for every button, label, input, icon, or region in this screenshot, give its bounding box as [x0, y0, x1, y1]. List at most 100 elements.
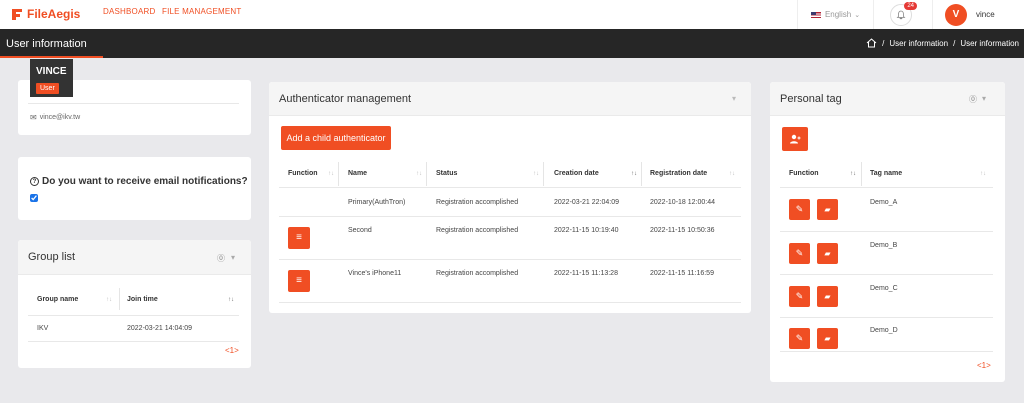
col-group-name[interactable]: Group name [37, 296, 78, 303]
tag-name-cell: Demo_C [870, 285, 898, 292]
delete-tag-button[interactable]: ▰ [817, 328, 838, 349]
notification-count-badge: 24 [904, 2, 917, 10]
add-child-authenticator-button[interactable]: Add a child authenticator [281, 126, 391, 150]
authenticator-title: Authenticator management [279, 93, 412, 105]
col-join-time[interactable]: Join time [127, 296, 158, 303]
auth-created-cell: 2022-11-15 10:19:40 [554, 227, 619, 234]
auth-status-cell: Registration accomplished [436, 227, 519, 234]
tag-name-cell: Demo_B [870, 242, 898, 249]
bell-icon [896, 10, 906, 20]
email-text: vince@ikv.tw [39, 114, 81, 121]
tag-row: ✎ ▰ Demo_C [770, 275, 1005, 318]
sort-icon[interactable]: ↑↓ [328, 171, 334, 177]
auth-registered-cell: 2022-11-15 11:16:59 [650, 270, 714, 277]
tag-row: ✎ ▰ Demo_B [770, 232, 1005, 275]
profile-name-tab: VINCE User [30, 59, 73, 97]
col-function[interactable]: Function [288, 170, 318, 177]
logo-icon [12, 9, 22, 20]
group-list-title: Group list [28, 251, 76, 263]
email-row: ✉ vince@ikv.tw [30, 113, 80, 122]
delete-tag-button[interactable]: ▰ [817, 243, 838, 264]
pagination[interactable]: <1> [225, 346, 239, 355]
language-label: English [824, 10, 852, 19]
col-tag-name[interactable]: Tag name [870, 170, 902, 177]
nav-dashboard[interactable]: DASHBOARD [103, 7, 155, 16]
us-flag-icon [810, 11, 821, 18]
col-registration-date[interactable]: Registration date [650, 170, 707, 177]
trash-icon: ▰ [824, 334, 831, 343]
sort-icon[interactable]: ↑↓ [416, 171, 422, 177]
username: vince [976, 10, 995, 19]
sort-icon[interactable]: ↑↓ [850, 171, 856, 177]
sort-icon[interactable]: ↑↓ [980, 171, 986, 177]
edit-icon: ✎ [795, 204, 804, 214]
trash-icon: ▰ [824, 249, 831, 258]
edit-tag-button[interactable]: ✎ [789, 328, 810, 349]
language-selector[interactable]: English ⌄ [797, 0, 874, 29]
auth-name-cell: Vince's iPhone11 [348, 270, 402, 277]
auth-status-cell: Registration accomplished [436, 270, 519, 277]
breadcrumb: / User information / User information [866, 38, 1019, 48]
tag-row: ✎ ▰ Demo_A [770, 188, 1005, 231]
help-icon[interactable]: ⓪ [969, 94, 977, 105]
profile-name: VINCE [36, 66, 67, 77]
col-status[interactable]: Status [436, 170, 457, 177]
question-circle-icon: ? [30, 177, 39, 186]
authenticator-header: Authenticator management ▾ [269, 82, 751, 116]
menu-button[interactable]: ≡ [288, 227, 310, 249]
auth-name-cell: Primary(AuthTron) [348, 199, 406, 206]
tag-name-cell: Demo_D [870, 327, 898, 334]
edit-tag-button[interactable]: ✎ [789, 199, 810, 220]
home-icon[interactable] [866, 38, 877, 48]
trash-icon: ▰ [824, 292, 831, 301]
col-creation-date[interactable]: Creation date [554, 170, 599, 177]
notification-question: ? Do you want to receive email notificat… [30, 176, 248, 187]
envelope-icon: ✉ [30, 113, 37, 122]
email-notification-checkbox[interactable] [30, 194, 38, 202]
tag-row: ✎ ▰ Demo_D [770, 318, 1005, 361]
caret-down-icon[interactable]: ▾ [732, 94, 736, 103]
auth-created-cell: 2022-11-15 11:13:28 [554, 270, 618, 277]
avatar: V [945, 3, 967, 26]
add-tag-button[interactable] [782, 127, 808, 151]
col-name[interactable]: Name [348, 170, 367, 177]
join-time-cell: 2022-03-21 14:04:09 [127, 325, 192, 332]
sort-icon[interactable]: ↑↓ [729, 171, 735, 177]
title-underline [0, 56, 103, 58]
delete-tag-button[interactable]: ▰ [817, 199, 838, 220]
trash-icon: ▰ [824, 205, 831, 214]
user-add-icon [790, 134, 801, 144]
edit-icon: ✎ [795, 248, 804, 258]
group-name-cell: IKV [37, 325, 49, 332]
top-navbar: FileAegis DASHBOARD FILE MANAGEMENT Engl… [0, 0, 1024, 29]
sort-icon[interactable]: ↑↓ [631, 171, 637, 177]
edit-tag-button[interactable]: ✎ [789, 286, 810, 307]
menu-icon: ≡ [296, 275, 302, 286]
caret-down-icon[interactable]: ▾ [982, 94, 986, 103]
delete-tag-button[interactable]: ▰ [817, 286, 838, 307]
notifications-button[interactable]: 24 [890, 2, 917, 26]
edit-icon: ✎ [795, 333, 804, 343]
menu-button[interactable]: ≡ [288, 270, 310, 292]
nav-file-management[interactable]: FILE MANAGEMENT [162, 7, 241, 16]
sort-icon[interactable]: ↑↓ [228, 297, 234, 303]
edit-icon: ✎ [795, 291, 804, 301]
breadcrumb-item[interactable]: User information [889, 39, 948, 48]
group-list-header: Group list ⓪ ▾ [18, 240, 251, 275]
col-tag-function[interactable]: Function [789, 170, 819, 177]
personal-tag-title: Personal tag [780, 93, 842, 105]
caret-down-icon[interactable]: ▾ [231, 253, 235, 262]
help-icon[interactable]: ⓪ [217, 253, 225, 264]
auth-name-cell: Second [348, 227, 372, 234]
brand-logo[interactable]: FileAegis [10, 6, 80, 22]
auth-registered-cell: 2022-11-15 10:50:36 [650, 227, 715, 234]
role-badge: User [36, 83, 59, 94]
pagination[interactable]: <1> [977, 361, 991, 370]
auth-status-cell: Registration accomplished [436, 199, 519, 206]
menu-icon: ≡ [296, 232, 302, 243]
edit-tag-button[interactable]: ✎ [789, 243, 810, 264]
sort-icon[interactable]: ↑↓ [106, 297, 112, 303]
user-menu[interactable]: V vince [932, 0, 1024, 29]
sort-icon[interactable]: ↑↓ [533, 171, 539, 177]
group-list-card: Group list ⓪ ▾ Group name ↑↓ Join time ↑… [18, 240, 251, 368]
